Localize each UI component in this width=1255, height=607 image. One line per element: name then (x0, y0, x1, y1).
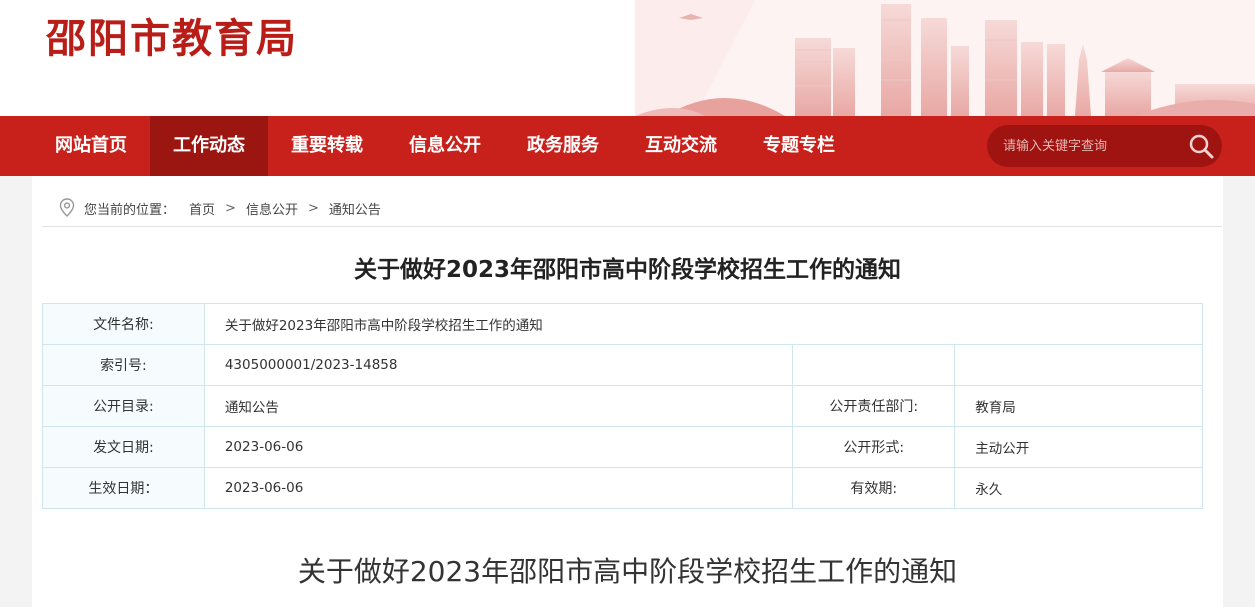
effective-date-value: 2023-06-06 (203, 467, 794, 509)
nav-item-reprints[interactable]: 重要转载 (268, 116, 386, 176)
issue-date-label: 发文日期: (42, 426, 205, 468)
location-pin-icon (59, 198, 75, 217)
document-meta-table: 文件名称: 关于做好2023年邵阳市高中阶段学校招生工作的通知 索引号: 430… (42, 303, 1204, 509)
city-skyline-banner (635, 0, 1255, 116)
article-body-title: 关于做好2023年邵阳市高中阶段学校招生工作的通知 (297, 555, 958, 588)
form-label: 公开形式: (792, 426, 956, 468)
nav-item-special-topics[interactable]: 专题专栏 (740, 116, 858, 176)
site-title[interactable]: 邵阳市教育局 (46, 6, 298, 64)
article-title: 关于做好2023年邵阳市高中阶段学校招生工作的通知 (353, 257, 901, 283)
main-nav: 网站首页 工作动态 重要转载 信息公开 政务服务 互动交流 专题专栏 (0, 116, 1255, 176)
search-input[interactable] (1003, 135, 1173, 157)
nav-item-gov-services[interactable]: 政务服务 (504, 116, 622, 176)
table-row: 文件名称: 关于做好2023年邵阳市高中阶段学校招生工作的通知 (42, 303, 1204, 345)
divider (42, 226, 1222, 227)
breadcrumb-notices[interactable]: 通知公告 (329, 199, 381, 218)
breadcrumb-prefix: 您当前的位置： (84, 202, 176, 218)
validity-label: 有效期: (792, 467, 956, 509)
table-row: 发文日期: 2023-06-06 公开形式: 主动公开 (42, 426, 1203, 468)
site-header: 邵阳市教育局 (0, 0, 1255, 116)
catalog-label: 公开目录: (42, 385, 205, 427)
table-row: 生效日期： 2023-06-06 有效期: 永久 (42, 467, 1203, 509)
validity-value: 永久 (954, 467, 1203, 509)
issue-date-value: 2023-06-06 (203, 426, 794, 468)
main-content: 您当前的位置： 首页 > 信息公开 > 通知公告 关于做好2023年邵阳市高中阶… (32, 176, 1223, 607)
file-name-label: 文件名称: (42, 303, 205, 345)
search-icon[interactable] (1186, 131, 1216, 161)
nav-item-work-news[interactable]: 工作动态 (150, 116, 268, 176)
search-box (987, 125, 1222, 167)
effective-date-label: 生效日期： (42, 467, 205, 509)
index-label: 索引号: (42, 344, 205, 386)
empty-cell (954, 344, 1203, 386)
index-value: 4305000001/2023-14858 (203, 344, 794, 386)
breadcrumb-separator: > (307, 200, 319, 216)
nav-item-info-disclosure[interactable]: 信息公开 (386, 116, 504, 176)
dept-label: 公开责任部门: (792, 385, 956, 427)
catalog-value: 通知公告 (203, 385, 794, 427)
dept-value: 教育局 (954, 385, 1203, 427)
breadcrumb: 您当前的位置： 首页 > 信息公开 > 通知公告 (58, 198, 381, 218)
breadcrumb-separator: > (225, 200, 236, 216)
form-value: 主动公开 (954, 426, 1203, 468)
breadcrumb-info-disclosure[interactable]: 信息公开 (246, 199, 298, 218)
table-row: 索引号: 4305000001/2023-14858 (42, 344, 1203, 386)
file-name-value: 关于做好2023年邵阳市高中阶段学校招生工作的通知 (203, 303, 1204, 345)
breadcrumb-home[interactable]: 首页 (189, 199, 215, 218)
nav-item-home[interactable]: 网站首页 (36, 116, 146, 176)
table-row: 公开目录: 通知公告 公开责任部门: 教育局 (42, 385, 1203, 427)
empty-cell (792, 344, 956, 386)
nav-item-interaction[interactable]: 互动交流 (622, 116, 740, 176)
